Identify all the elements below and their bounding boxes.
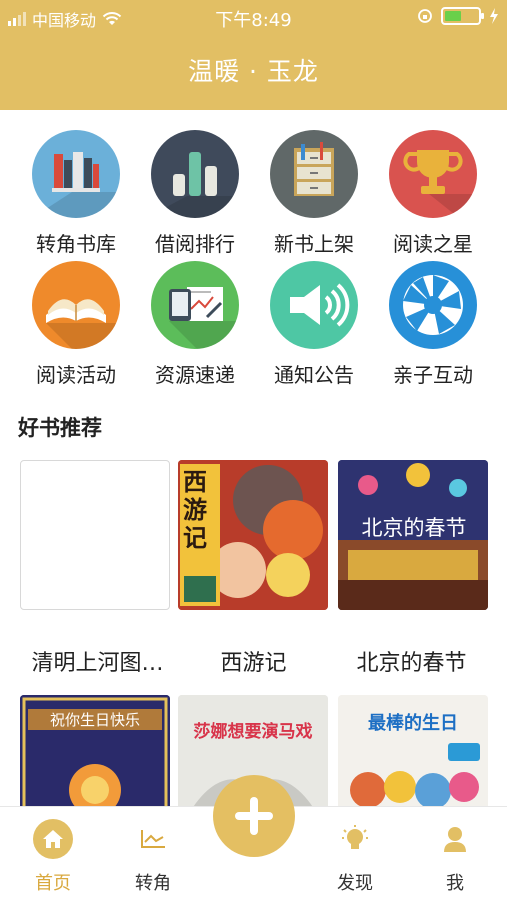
grid-label: 新书上架: [274, 232, 354, 256]
tab-label: 首页: [35, 873, 71, 894]
page-title: 温暖 · 玉龙: [188, 57, 319, 86]
book-cover-title: 莎娜想要演马戏: [193, 722, 313, 742]
tab-corner[interactable]: 转角: [108, 807, 198, 895]
book-cover-title: 北京的春节: [361, 516, 467, 540]
bookshelf-icon: [32, 130, 120, 218]
book-title[interactable]: 西游记: [171, 645, 336, 677]
aperture-icon: [389, 261, 477, 349]
book-title[interactable]: 北京的春节: [329, 645, 494, 677]
grid-label: 阅读之星: [393, 232, 473, 256]
book-cover-birthday[interactable]: 祝你生日快乐: [20, 695, 170, 815]
plus-icon: [235, 797, 273, 835]
tab-home[interactable]: 首页: [8, 807, 98, 895]
book-cover-qingming[interactable]: [20, 460, 170, 610]
section-title: 好书推荐: [18, 416, 102, 440]
book-cover-title: 最棒的生日: [368, 713, 458, 734]
app-header: 中国移动 下午8:49 温暖 · 玉龙: [0, 0, 507, 110]
tablet-document-icon: [151, 261, 239, 349]
trophy-icon: [389, 130, 477, 218]
book-cover-title: 祝你生日快乐: [28, 709, 162, 730]
grid-label: 借阅排行: [155, 232, 235, 256]
grid-label: 亲子互动: [393, 363, 473, 387]
grid-item-ranking[interactable]: 借阅排行: [140, 130, 250, 257]
book-cover-beijing[interactable]: 北京的春节: [338, 460, 488, 610]
grid-item-new-books[interactable]: 新书上架: [259, 130, 369, 257]
book-cover-best-birthday[interactable]: 最棒的生日: [338, 695, 488, 815]
open-book-icon: [32, 261, 120, 349]
battery-icon: [441, 7, 484, 25]
tab-label: 转角: [135, 873, 171, 894]
rotation-lock-icon: [418, 9, 432, 23]
status-right: [417, 7, 499, 25]
bar-chart-icon: [151, 130, 239, 218]
grid-item-reading-star[interactable]: 阅读之星: [378, 130, 488, 257]
book-cover-xiyouji[interactable]: 西游记: [178, 460, 328, 610]
status-bar: 中国移动 下午8:49: [0, 0, 507, 34]
tab-label: 我: [446, 873, 464, 894]
grid-label: 通知公告: [274, 363, 354, 387]
lightbulb-icon: [335, 819, 375, 859]
megaphone-icon: [270, 261, 358, 349]
grid-label: 转角书库: [36, 232, 116, 256]
grid-label: 资源速递: [155, 363, 235, 387]
charging-icon: [490, 8, 498, 24]
file-cabinet-icon: [270, 130, 358, 218]
tab-label: 发现: [337, 873, 373, 894]
grid-item-library[interactable]: 转角书库: [21, 130, 131, 257]
tab-discover[interactable]: 发现: [310, 807, 400, 895]
grid-item-resources[interactable]: 资源速递: [140, 261, 250, 388]
book-title[interactable]: 清明上河图…: [15, 645, 180, 677]
trend-icon: [133, 819, 173, 859]
book-cover-title: 西游记: [183, 467, 207, 552]
grid-item-reading-activity[interactable]: 阅读活动: [21, 261, 131, 388]
home-icon: [33, 819, 73, 859]
grid-item-parent-child[interactable]: 亲子互动: [378, 261, 488, 388]
grid-item-notice[interactable]: 通知公告: [259, 261, 369, 388]
tab-me[interactable]: 我: [410, 807, 500, 895]
grid-label: 阅读活动: [36, 363, 116, 387]
add-button[interactable]: [213, 775, 295, 857]
user-icon: [435, 819, 475, 859]
